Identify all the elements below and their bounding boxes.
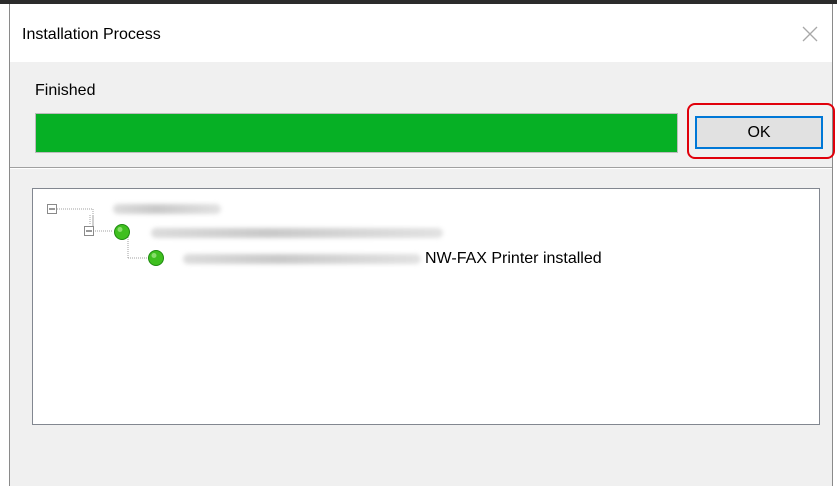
title-bar: Installation Process — [10, 4, 832, 62]
separator — [10, 167, 832, 169]
ok-button[interactable]: OK — [695, 116, 823, 149]
close-icon — [802, 26, 818, 42]
green-status-icon — [148, 250, 164, 266]
tree-item-label-obscured — [151, 228, 443, 238]
progress-bar-fill — [36, 114, 677, 152]
installation-dialog: Installation Process Finished OK NW-FAX … — [9, 4, 835, 486]
collapse-toggle-icon[interactable] — [47, 204, 57, 214]
status-label: Finished — [35, 82, 96, 99]
window-title: Installation Process — [22, 26, 161, 43]
tree-item-status: NW-FAX Printer installed — [425, 250, 602, 267]
tree-item-label-obscured — [183, 254, 421, 264]
green-status-icon — [114, 224, 130, 240]
collapse-toggle-icon[interactable] — [84, 226, 94, 236]
tree-connectors — [57, 208, 147, 259]
close-button[interactable] — [788, 14, 832, 54]
progress-bar — [35, 113, 678, 153]
install-tree[interactable]: NW-FAX Printer installed — [32, 188, 820, 425]
tree-item-label-obscured — [113, 204, 221, 214]
